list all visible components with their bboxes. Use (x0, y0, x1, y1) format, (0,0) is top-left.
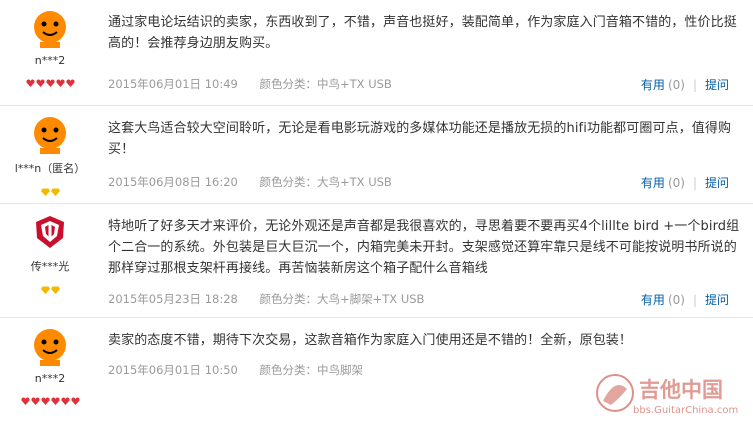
heart-badge-icon (70, 390, 80, 405)
review-text: 特地听了好多天才来评价，无论外观还是声音都是我很喜欢的，寻思着要不要再买4个li… (108, 219, 740, 276)
username: l***n（匿名） (14, 162, 86, 175)
useful-count: (0) (667, 78, 685, 92)
heart-badge-icon (40, 390, 50, 405)
review-date: 2015年06月01日 10:49 (108, 77, 238, 91)
heart-badge-icon (35, 72, 45, 87)
review-actions: 有用 (0) | 提问 (641, 291, 729, 308)
review-text: 通过家电论坛结识的卖家，东西收到了，不错，声音也挺好，装配简单，作为家庭入门音箱… (108, 15, 737, 51)
credit-badges (0, 390, 100, 405)
color-variant: 颜色分类：大鸟+脚架+TX USB (259, 292, 425, 306)
review-date: 2015年05月23日 18:28 (108, 292, 238, 306)
divider: | (692, 293, 697, 307)
review-item: l***n（匿名） 这套大鸟适合较大空间聆听，无论是看电影玩游戏的多媒体功能还是… (0, 106, 753, 204)
color-variant: 颜色分类：中鸟脚架 (259, 363, 364, 377)
heart-badge-icon (25, 72, 35, 87)
review-meta: 2015年05月23日 18:28 颜色分类：大鸟+脚架+TX USB (108, 291, 442, 307)
ask-button[interactable]: 提问 (705, 78, 729, 92)
avatar[interactable] (30, 8, 70, 48)
reviewer: 传***光 (0, 212, 100, 294)
heart-badge-icon (50, 390, 60, 405)
heart-badge-icon (65, 72, 75, 87)
credit-badges (0, 181, 100, 196)
username: n***2 (34, 54, 66, 67)
reviewer: l***n（匿名） (0, 114, 100, 196)
heart-badge-icon (30, 390, 40, 405)
diamond-badge-icon (40, 181, 50, 196)
review-meta: 2015年06月01日 10:50 颜色分类：中鸟脚架 (108, 362, 381, 378)
avatar[interactable] (30, 114, 70, 154)
divider: | (692, 78, 697, 92)
avatar[interactable] (30, 212, 70, 252)
credit-badges (0, 279, 100, 294)
reviewer: n***2 (0, 8, 100, 87)
heart-badge-icon (55, 72, 65, 87)
review-item: 传***光 特地听了好多天才来评价，无论外观还是声音都是我很喜欢的，寻思着要不要… (0, 204, 753, 318)
review-meta: 2015年06月08日 16:20 颜色分类：大鸟+TX USB (108, 174, 410, 190)
heart-badge-icon (45, 72, 55, 87)
credit-badges (0, 72, 100, 87)
useful-count: (0) (667, 176, 685, 190)
review-date: 2015年06月08日 16:20 (108, 175, 238, 189)
useful-button[interactable]: 有用 (641, 293, 665, 307)
useful-button[interactable]: 有用 (641, 78, 665, 92)
heart-badge-icon (60, 390, 70, 405)
useful-count: (0) (667, 293, 685, 307)
diamond-badge-icon (40, 279, 50, 294)
heart-badge-icon (20, 390, 30, 405)
watermark-cn: 吉他中国 (639, 378, 723, 402)
review-text: 卖家的态度不错，期待下次交易，这款音箱作为家庭入门使用还是不错的！全新，原包装！ (108, 333, 633, 348)
review-actions: 有用 (0) | 提问 (641, 174, 729, 191)
review-actions: 有用 (0) | 提问 (641, 76, 729, 93)
review-meta: 2015年06月01日 10:49 颜色分类：中鸟+TX USB (108, 76, 410, 92)
review-item: n***2 通过家电论坛结识的卖家，东西收到了，不错，声音也挺好，装配简单，作为… (0, 0, 753, 106)
divider: | (692, 176, 697, 190)
ask-button[interactable]: 提问 (705, 293, 729, 307)
watermark-logo: 吉他中国 bbs.GuitarChina.com (593, 371, 749, 417)
ask-button[interactable]: 提问 (705, 176, 729, 190)
review-date: 2015年06月01日 10:50 (108, 363, 238, 377)
reviewer: n***2 (0, 326, 100, 405)
watermark-url: bbs.GuitarChina.com (633, 405, 738, 416)
username: 传***光 (30, 260, 70, 273)
avatar[interactable] (30, 326, 70, 366)
diamond-badge-icon (50, 181, 60, 196)
color-variant: 颜色分类：大鸟+TX USB (259, 175, 392, 189)
review-text: 这套大鸟适合较大空间聆听，无论是看电影玩游戏的多媒体功能还是播放无损的hifi功… (108, 121, 732, 157)
color-variant: 颜色分类：中鸟+TX USB (259, 77, 392, 91)
diamond-badge-icon (50, 279, 60, 294)
useful-button[interactable]: 有用 (641, 176, 665, 190)
username: n***2 (34, 372, 66, 385)
